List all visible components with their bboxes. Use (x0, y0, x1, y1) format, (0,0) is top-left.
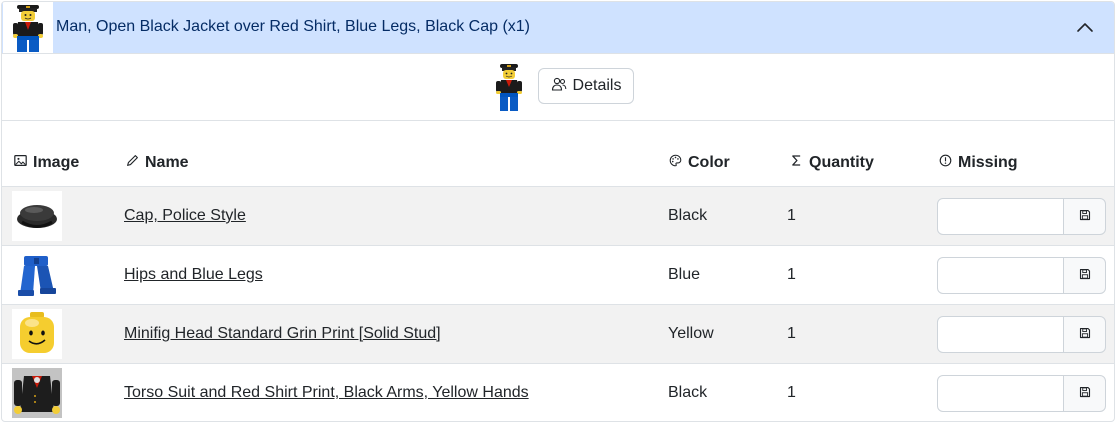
minifigure-thumbnail (3, 2, 53, 53)
table-row: Torso Suit and Red Shirt Print, Black Ar… (2, 363, 1114, 421)
table-row: Cap, Police Style Black 1 (2, 186, 1114, 245)
details-button-label: Details (572, 77, 622, 94)
torso-image (12, 368, 62, 418)
details-button[interactable]: Details (538, 68, 634, 104)
column-header-color: Color (669, 154, 730, 172)
exclamation-circle-icon (939, 154, 952, 172)
column-header-name: Name (126, 154, 189, 172)
accordion-header[interactable]: Man, Open Black Jacket over Red Shirt, B… (2, 2, 1114, 54)
minifigure-image (494, 62, 524, 112)
part-quantity: 1 (787, 325, 796, 342)
floppy-disk-icon (1079, 268, 1091, 283)
part-color: Black (668, 207, 708, 224)
floppy-disk-icon (1079, 209, 1091, 224)
police-cap-image (12, 191, 62, 241)
part-quantity: 1 (787, 266, 796, 283)
accordion-title: Man, Open Black Jacket over Red Shirt, B… (56, 18, 530, 35)
blue-legs-image (12, 250, 62, 300)
pencil-icon (126, 154, 139, 172)
missing-input[interactable] (937, 316, 1064, 353)
part-name-link[interactable]: Minifig Head Standard Grin Print [Solid … (124, 325, 441, 343)
image-icon (14, 154, 27, 172)
save-button[interactable] (1063, 198, 1106, 235)
missing-input[interactable] (937, 198, 1064, 235)
save-button[interactable] (1063, 316, 1106, 353)
column-header-quantity: Quantity (790, 154, 874, 172)
part-name-link[interactable]: Hips and Blue Legs (124, 266, 263, 284)
chevron-up-icon[interactable] (1076, 20, 1094, 34)
table-row: Hips and Blue Legs Blue 1 (2, 245, 1114, 304)
palette-icon (669, 154, 682, 172)
yellow-head-image (12, 309, 62, 359)
missing-input[interactable] (937, 375, 1064, 412)
minifigure-accordion: Man, Open Black Jacket over Red Shirt, B… (1, 1, 1115, 422)
part-name-link[interactable]: Cap, Police Style (124, 207, 246, 225)
part-color: Blue (668, 266, 701, 283)
floppy-disk-icon (1079, 386, 1091, 401)
people-icon (551, 76, 567, 97)
part-color: Black (668, 384, 708, 401)
column-header-missing: Missing (939, 154, 1018, 172)
part-name-link[interactable]: Torso Suit and Red Shirt Print, Black Ar… (124, 384, 529, 402)
floppy-disk-icon (1079, 327, 1091, 342)
table-row: Minifig Head Standard Grin Print [Solid … (2, 304, 1114, 363)
part-quantity: 1 (787, 207, 796, 224)
part-quantity: 1 (787, 384, 796, 401)
column-header-image: Image (14, 154, 79, 172)
missing-input[interactable] (937, 257, 1064, 294)
details-section: Details (2, 54, 1114, 121)
part-color: Yellow (668, 325, 714, 342)
save-button[interactable] (1063, 257, 1106, 294)
save-button[interactable] (1063, 375, 1106, 412)
sigma-icon (790, 154, 803, 172)
